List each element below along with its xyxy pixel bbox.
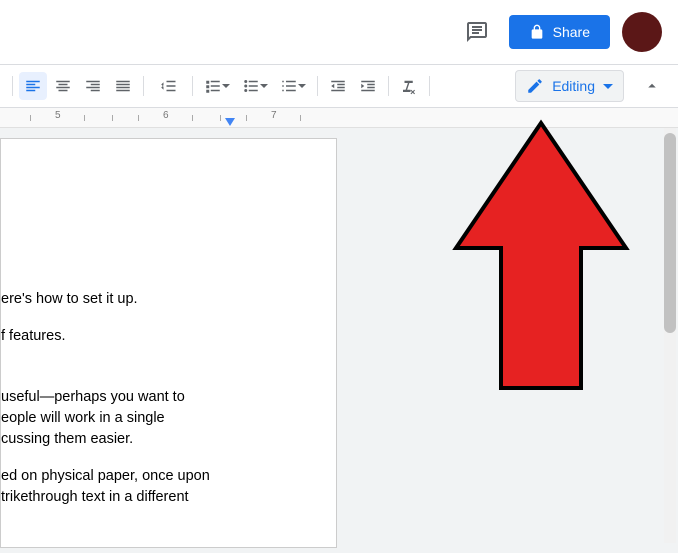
- ruler-mark: 7: [271, 110, 277, 121]
- doc-text: f features.: [1, 326, 318, 347]
- doc-text: ed on physical paper, once upon trikethr…: [1, 466, 318, 508]
- share-button[interactable]: Share: [509, 15, 610, 49]
- increase-indent-button[interactable]: [354, 72, 382, 100]
- separator: [192, 76, 193, 96]
- editing-mode-button[interactable]: Editing: [515, 70, 624, 102]
- indent-marker[interactable]: [225, 118, 235, 126]
- checklist-button[interactable]: [199, 77, 235, 95]
- editing-label: Editing: [552, 78, 595, 94]
- separator: [388, 76, 389, 96]
- line-spacing-button[interactable]: [150, 77, 186, 95]
- separator: [429, 76, 430, 96]
- share-label: Share: [553, 24, 590, 40]
- document-area: ere's how to set it up. f features. usef…: [0, 128, 678, 553]
- doc-text: useful—perhaps you want to eople will wo…: [1, 387, 318, 450]
- bulleted-list-button[interactable]: [237, 77, 273, 95]
- separator: [12, 76, 13, 96]
- vertical-scrollbar[interactable]: [664, 128, 676, 543]
- scrollbar-thumb[interactable]: [664, 133, 676, 333]
- numbered-list-button[interactable]: [275, 77, 311, 95]
- ruler[interactable]: 5 6 7: [0, 108, 678, 128]
- collapse-toolbar-button[interactable]: [634, 68, 670, 104]
- align-left-button[interactable]: [19, 72, 47, 100]
- ruler-mark: 5: [55, 110, 61, 121]
- top-header: Share: [0, 0, 678, 64]
- separator: [143, 76, 144, 96]
- align-center-button[interactable]: [49, 72, 77, 100]
- align-justify-button[interactable]: [109, 72, 137, 100]
- decrease-indent-button[interactable]: [324, 72, 352, 100]
- avatar[interactable]: [622, 12, 662, 52]
- comment-history-button[interactable]: [457, 12, 497, 52]
- ruler-mark: 6: [163, 110, 169, 121]
- separator: [317, 76, 318, 96]
- toolbar: Editing: [0, 64, 678, 108]
- clear-formatting-button[interactable]: [395, 72, 423, 100]
- align-right-button[interactable]: [79, 72, 107, 100]
- doc-text: ere's how to set it up.: [1, 289, 318, 310]
- document-page[interactable]: ere's how to set it up. f features. usef…: [0, 138, 337, 548]
